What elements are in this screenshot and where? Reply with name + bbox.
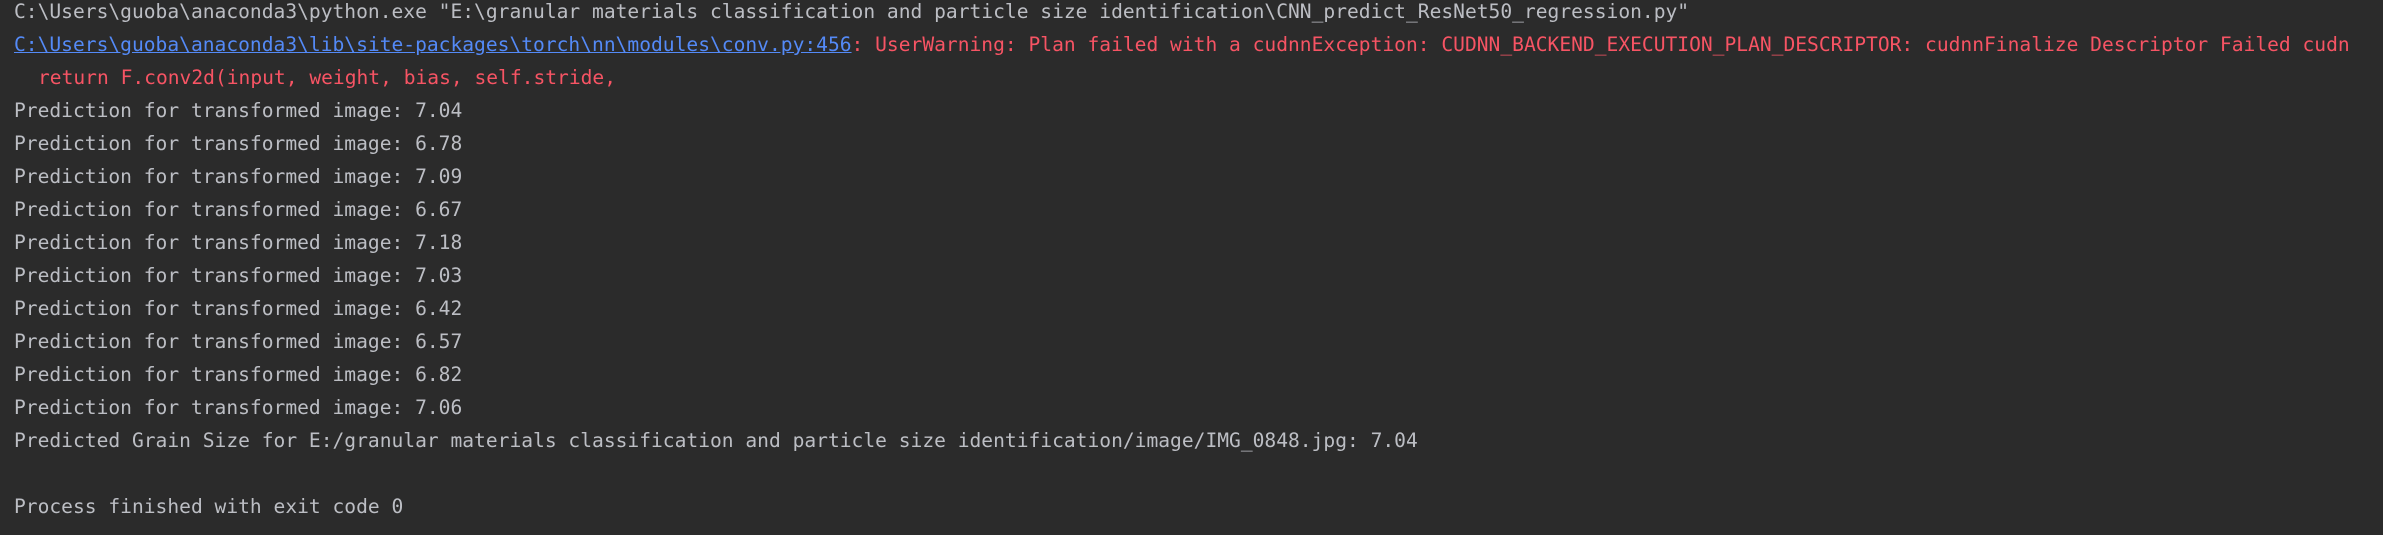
command-line: C:\Users\guoba\anaconda3\python.exe "E:\… xyxy=(14,0,1690,23)
warning-message: : UserWarning: Plan failed with a cudnnE… xyxy=(851,33,2350,56)
prediction-line: Prediction for transformed image: 6.57 xyxy=(14,330,463,353)
prediction-line: Prediction for transformed image: 6.67 xyxy=(14,198,463,221)
warning-source-link[interactable]: C:\Users\guoba\anaconda3\lib\site-packag… xyxy=(14,33,852,56)
exit-message: Process finished with exit code 0 xyxy=(14,495,404,518)
prediction-line: Prediction for transformed image: 7.03 xyxy=(14,264,463,287)
prediction-line: Prediction for transformed image: 6.82 xyxy=(14,363,463,386)
warning-line: C:\Users\guoba\anaconda3\lib\site-packag… xyxy=(14,33,2350,57)
prediction-line: Prediction for transformed image: 7.09 xyxy=(14,165,463,188)
prediction-line: Prediction for transformed image: 7.18 xyxy=(14,231,463,254)
warning-code-line: return F.conv2d(input, weight, bias, sel… xyxy=(38,66,617,89)
run-console-output: C:\Users\guoba\anaconda3\python.exe "E:\… xyxy=(0,0,2383,535)
prediction-line: Prediction for transformed image: 7.06 xyxy=(14,396,463,419)
summary-line: Predicted Grain Size for E:/granular mat… xyxy=(14,429,1418,452)
prediction-line: Prediction for transformed image: 6.78 xyxy=(14,132,463,155)
prediction-line: Prediction for transformed image: 7.04 xyxy=(14,99,463,122)
prediction-line: Prediction for transformed image: 6.42 xyxy=(14,297,463,320)
